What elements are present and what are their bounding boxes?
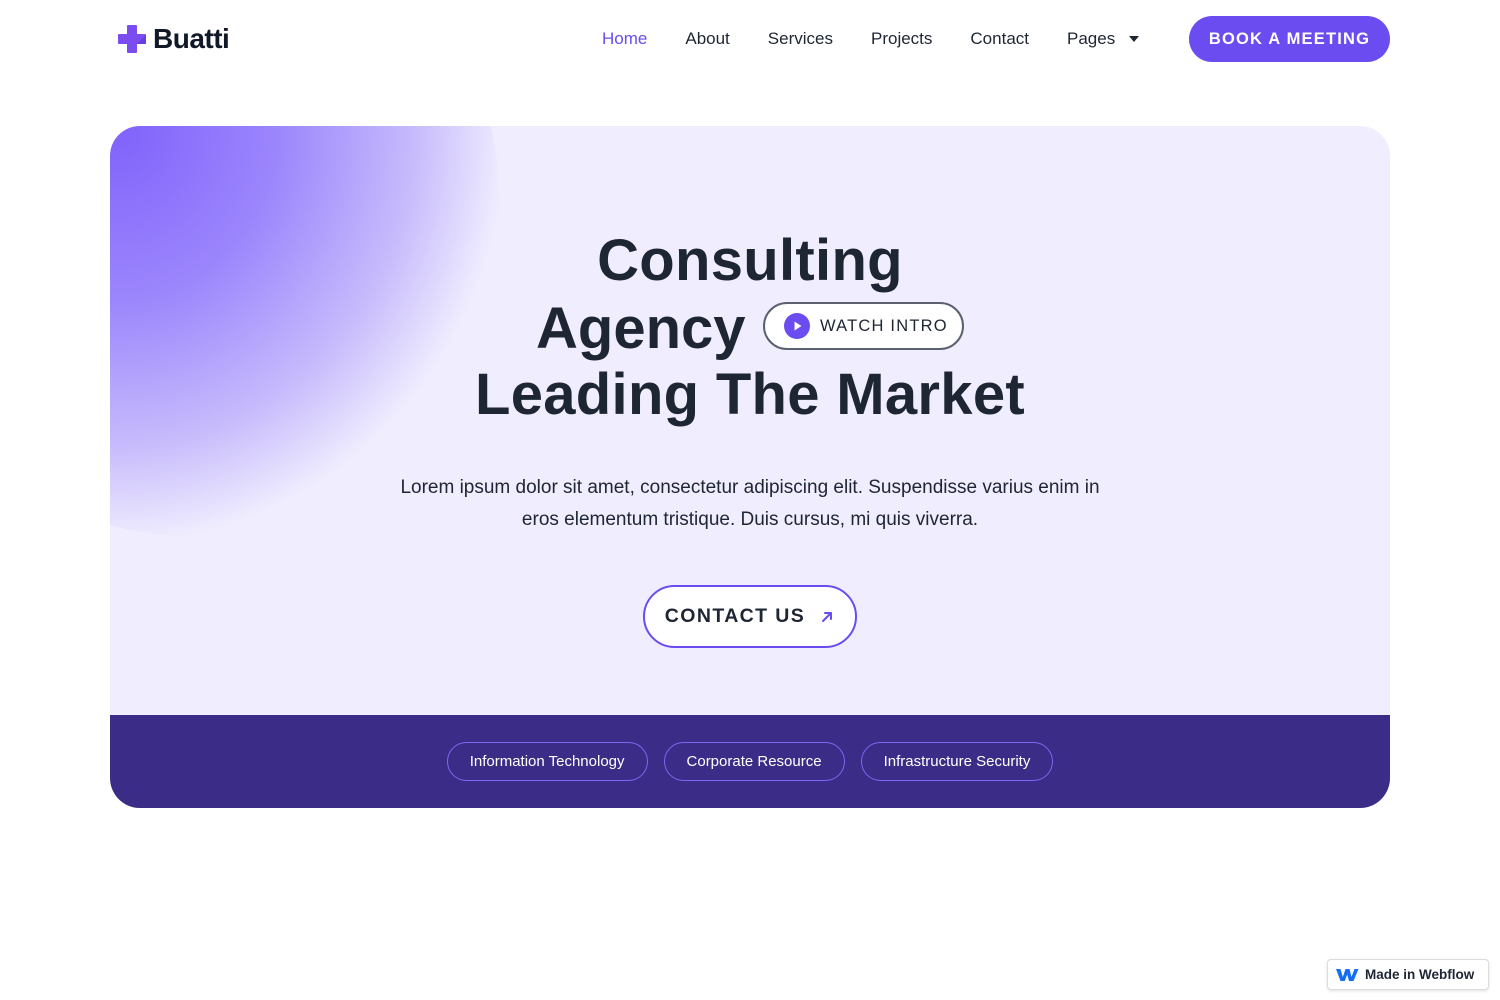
- tag-information-technology[interactable]: Information Technology: [446, 742, 648, 781]
- headline-line-2-row: Agency WATCH INTRO: [110, 296, 1390, 362]
- tag-corporate-resource[interactable]: Corporate Resource: [663, 742, 845, 781]
- nav-about[interactable]: About: [685, 29, 729, 49]
- webflow-logo-icon: [1336, 968, 1359, 981]
- nav-home[interactable]: Home: [602, 29, 647, 49]
- nav-contact[interactable]: Contact: [970, 29, 1029, 49]
- hero-section: Consulting Agency WATCH INTRO Leading Th…: [110, 126, 1390, 808]
- logo-link[interactable]: Buatti: [117, 22, 230, 56]
- contact-us-label: CONTACT US: [664, 605, 806, 627]
- caret-down-icon: [1129, 36, 1140, 42]
- plus-cross-icon: [118, 25, 146, 53]
- service-tags-band: Information Technology Corporate Resourc…: [110, 715, 1390, 808]
- tag-infrastructure-security[interactable]: Infrastructure Security: [860, 742, 1054, 781]
- made-in-webflow-badge[interactable]: Made in Webflow: [1327, 959, 1489, 990]
- watch-intro-button[interactable]: WATCH INTRO: [763, 302, 964, 350]
- nav-pages-label: Pages: [1067, 29, 1116, 48]
- service-tags: Information Technology Corporate Resourc…: [110, 742, 1390, 781]
- nav-pages-dropdown[interactable]: Pages: [1067, 29, 1140, 49]
- contact-us-button[interactable]: CONTACT US: [643, 585, 857, 648]
- top-navigation: Buatti Home About Services Projects Cont…: [0, 0, 1500, 78]
- watch-intro-label: WATCH INTRO: [820, 316, 948, 335]
- headline-line-3: Leading The Market: [474, 362, 1026, 427]
- main-nav: Home About Services Projects Contact Pag…: [602, 22, 1140, 56]
- headline-line-1: Consulting: [597, 228, 903, 293]
- play-icon: [784, 313, 810, 339]
- logo-text: Buatti: [153, 23, 230, 54]
- arrow-up-right-icon: [822, 611, 833, 622]
- book-meeting-button[interactable]: BOOK A MEETING: [1189, 16, 1390, 62]
- nav-projects[interactable]: Projects: [871, 29, 932, 49]
- headline-line-2: Agency: [536, 296, 746, 361]
- nav-services[interactable]: Services: [768, 29, 833, 49]
- hero-description: Lorem ipsum dolor sit amet, consectetur …: [400, 477, 1100, 530]
- made-in-webflow-label: Made in Webflow: [1365, 967, 1475, 982]
